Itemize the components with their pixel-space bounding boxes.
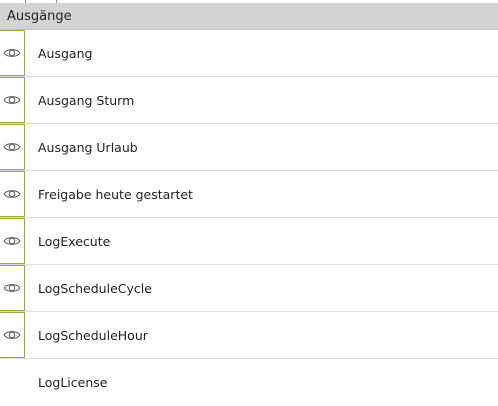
list-item-label: Ausgang Sturm <box>38 92 135 108</box>
visibility-toggle[interactable] <box>0 124 25 170</box>
list-item-label: LogLicense <box>38 375 108 390</box>
list-item-label: LogExecute <box>38 233 111 249</box>
list-item[interactable]: LogScheduleCycle <box>0 265 498 312</box>
visibility-toggle[interactable] <box>0 171 25 217</box>
list-item[interactable]: Ausgang Sturm <box>0 77 498 124</box>
eye-icon <box>3 49 21 57</box>
visibility-toggle[interactable] <box>0 312 25 358</box>
list-item-label: Ausgang <box>38 45 93 61</box>
visibility-toggle-placeholder <box>0 360 25 406</box>
list-item[interactable]: Freigabe heute gestartet <box>0 171 498 218</box>
eye-icon <box>3 96 21 104</box>
list-item-label: LogScheduleCycle <box>38 280 152 296</box>
list-item[interactable]: LogExecute <box>0 218 498 265</box>
eye-icon <box>3 237 21 245</box>
eye-icon <box>3 284 21 292</box>
eye-icon <box>3 190 21 198</box>
outputs-list: Ausgang Ausgang Sturm Ausgang Urlaub Fre… <box>0 30 498 406</box>
list-item-label: LogScheduleHour <box>38 327 148 343</box>
outputs-panel: Ausgänge Ausgang Ausgang Sturm Ausgang U… <box>0 3 498 396</box>
panel-title: Ausgänge <box>7 8 72 24</box>
visibility-toggle[interactable] <box>0 265 25 311</box>
panel-header: Ausgänge <box>0 3 498 30</box>
eye-icon <box>3 143 21 151</box>
list-item[interactable]: Ausgang <box>0 30 498 77</box>
list-item[interactable]: LogLicense <box>0 359 498 406</box>
list-item[interactable]: LogScheduleHour <box>0 312 498 359</box>
list-item-label: Ausgang Urlaub <box>38 139 138 155</box>
list-item-label: Freigabe heute gestartet <box>38 186 193 202</box>
list-item[interactable]: Ausgang Urlaub <box>0 124 498 171</box>
visibility-toggle[interactable] <box>0 218 25 264</box>
visibility-toggle[interactable] <box>0 30 25 76</box>
visibility-toggle[interactable] <box>0 77 25 123</box>
eye-icon <box>3 331 21 339</box>
